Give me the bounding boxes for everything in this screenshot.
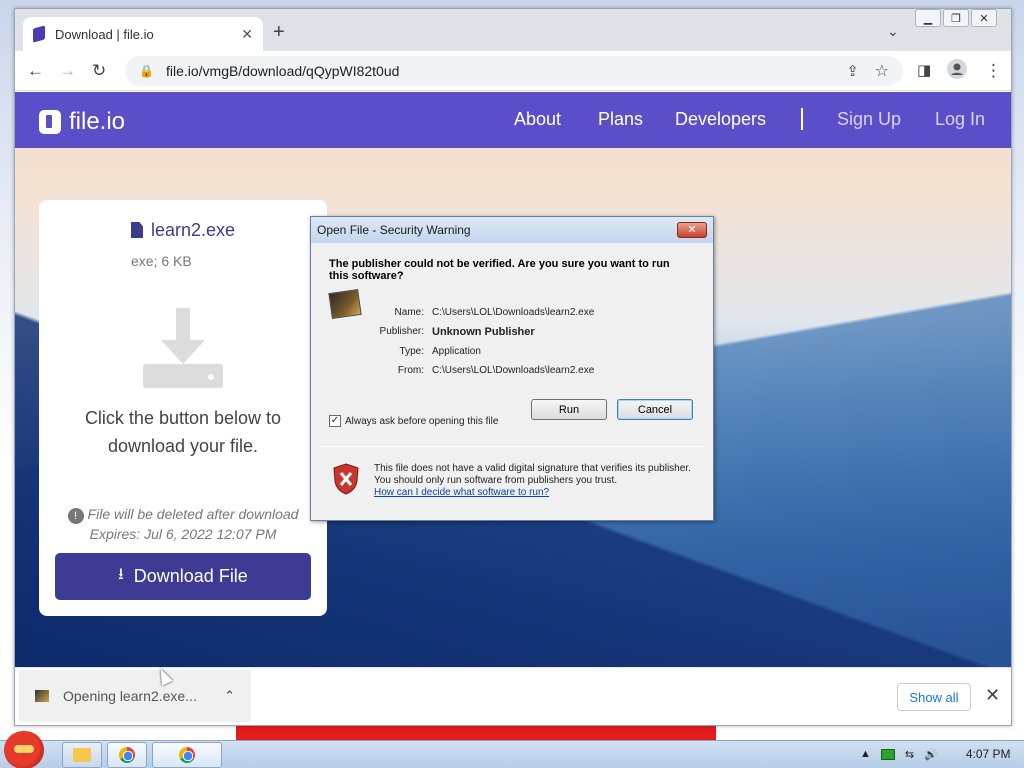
- new-tab-button[interactable]: +: [273, 22, 285, 42]
- restore-button[interactable]: ❐: [943, 9, 969, 27]
- security-warning-dialog: Open File - Security Warning ✕ The publi…: [310, 216, 714, 521]
- file-icon: [130, 222, 143, 238]
- clock[interactable]: 4:07 PM: [966, 747, 1011, 761]
- close-downloads-bar-icon[interactable]: ✕: [985, 685, 1000, 706]
- forward-arrow-icon[interactable]: →: [59, 61, 76, 81]
- nav-plans[interactable]: Plans: [598, 109, 643, 130]
- tab-title: Download | file.io: [55, 26, 154, 42]
- download-message: Click the button below to download your …: [84, 408, 282, 456]
- taskbar-explorer[interactable]: [62, 742, 102, 768]
- expiry-notice: ! File will be deleted after download Exp…: [39, 504, 327, 544]
- signature-info: This file does not have a valid digital …: [374, 463, 694, 499]
- side-panel-icon[interactable]: ◨: [917, 61, 931, 81]
- info-icon: !: [67, 508, 84, 524]
- chrome-icon: [179, 747, 195, 763]
- nav-divider: [801, 108, 803, 130]
- file-name-row: learn2.exe: [39, 220, 327, 241]
- field-type-key: Type:: [399, 346, 424, 357]
- download-tray-icon: [143, 308, 223, 388]
- file-meta: exe; 6 KB: [131, 253, 192, 269]
- share-icon[interactable]: ⇪: [846, 62, 859, 80]
- field-publisher-value: Unknown Publisher: [432, 326, 535, 338]
- tab-bar: Download | file.io ✕ + ⌄ ▁ ❐ ✕: [15, 9, 1011, 51]
- help-link[interactable]: How can I decide what software to run?: [374, 487, 694, 499]
- system-tray: ▲ ⇆ 🔊 4:07 PM: [860, 747, 1011, 761]
- url-text: file.io/vmgB/download/qQypWI82t0ud: [165, 63, 400, 79]
- expires-text: Expires: Jul 6, 2022 12:07 PM: [89, 526, 277, 542]
- tab-download[interactable]: Download | file.io ✕: [23, 17, 263, 51]
- bookmark-star-icon[interactable]: ☆: [875, 61, 889, 81]
- minimize-button[interactable]: ▁: [915, 9, 941, 27]
- logo-text: file.io: [69, 108, 126, 135]
- always-ask-checkbox-row[interactable]: ✓ Always ask before opening this file: [329, 415, 498, 427]
- tab-search-chevron-icon[interactable]: ⌄: [887, 23, 899, 40]
- back-arrow-icon[interactable]: ←: [27, 61, 44, 81]
- start-button[interactable]: [4, 731, 44, 768]
- taskbar-chrome-2[interactable]: [152, 742, 222, 768]
- close-window-button[interactable]: ✕: [971, 9, 997, 27]
- menu-kebab-icon[interactable]: ⋮: [985, 61, 1002, 81]
- network-icon[interactable]: ⇆: [905, 748, 914, 761]
- download-item[interactable]: Opening learn2.exe... ⌃: [19, 670, 251, 722]
- download-item-status: Opening learn2.exe...: [63, 688, 197, 704]
- dialog-title: Open File - Security Warning: [311, 217, 713, 243]
- always-ask-label: Always ask before opening this file: [345, 415, 499, 427]
- field-name-value: C:\Users\LOL\Downloads\learn2.exe: [432, 307, 595, 318]
- nav-sign-up[interactable]: Sign Up: [837, 109, 901, 130]
- fileio-logo-icon: [39, 110, 61, 134]
- lock-icon[interactable]: 🔒: [139, 64, 154, 78]
- browser-toolbar: ← → ↻ 🔒 file.io/vmgB/download/qQypWI82t0…: [15, 51, 1011, 91]
- field-from-key: From:: [397, 365, 424, 376]
- field-from-value: C:\Users\LOL\Downloads\learn2.exe: [432, 365, 595, 376]
- nav-log-in[interactable]: Log In: [935, 109, 985, 130]
- file-name: learn2.exe: [150, 220, 236, 240]
- profile-avatar-icon[interactable]: [947, 59, 967, 84]
- field-name-key: Name:: [394, 307, 424, 318]
- run-button[interactable]: Run: [531, 399, 607, 420]
- field-publisher-key: Publisher:: [379, 326, 424, 337]
- site-logo[interactable]: file.io: [39, 108, 125, 136]
- download-file-button[interactable]: ⭳ Download File: [55, 553, 311, 600]
- tray-expand-icon[interactable]: ▲: [860, 748, 871, 760]
- dialog-question: The publisher could not be verified. Are…: [329, 258, 670, 282]
- download-icon: ⭳: [118, 566, 124, 583]
- delete-warning: File will be deleted after download: [87, 506, 299, 522]
- nav-developers[interactable]: Developers: [675, 109, 766, 130]
- cancel-button[interactable]: Cancel: [617, 399, 693, 420]
- battery-icon[interactable]: [880, 748, 895, 760]
- chevron-up-icon[interactable]: ⌃: [224, 688, 235, 704]
- dialog-divider: [320, 446, 704, 447]
- field-type-value: Application: [432, 346, 481, 357]
- fileio-favicon-icon: [33, 25, 45, 43]
- always-ask-checkbox[interactable]: ✓: [329, 415, 341, 427]
- taskbar: ▲ ⇆ 🔊 4:07 PM: [0, 731, 1024, 768]
- folder-icon: [73, 748, 91, 762]
- show-all-button[interactable]: Show all: [897, 683, 971, 711]
- site-navbar: file.io About Plans Developers Sign Up L…: [15, 92, 1011, 148]
- download-card: learn2.exe exe; 6 KB Click the button be…: [39, 200, 327, 616]
- window-controls: ▁ ❐ ✕: [915, 9, 997, 27]
- exe-file-icon: [35, 690, 49, 702]
- signature-info-text: This file does not have a valid digital …: [374, 463, 691, 486]
- nav-about[interactable]: About: [514, 109, 561, 130]
- taskbar-chrome-1[interactable]: [107, 742, 147, 768]
- desktop-red-bar: [236, 726, 716, 740]
- download-button-label: Download File: [133, 566, 248, 586]
- shield-error-icon: [333, 463, 359, 495]
- reload-icon[interactable]: ↻: [92, 61, 106, 81]
- dialog-body: The publisher could not be verified. Are…: [312, 243, 712, 520]
- dialog-close-button[interactable]: ✕: [677, 222, 707, 238]
- address-bar[interactable]: 🔒 file.io/vmgB/download/qQypWI82t0ud ⇪ ☆: [125, 56, 903, 86]
- tab-close-icon[interactable]: ✕: [241, 26, 253, 43]
- chrome-icon: [119, 747, 135, 763]
- volume-icon[interactable]: 🔊: [924, 748, 938, 761]
